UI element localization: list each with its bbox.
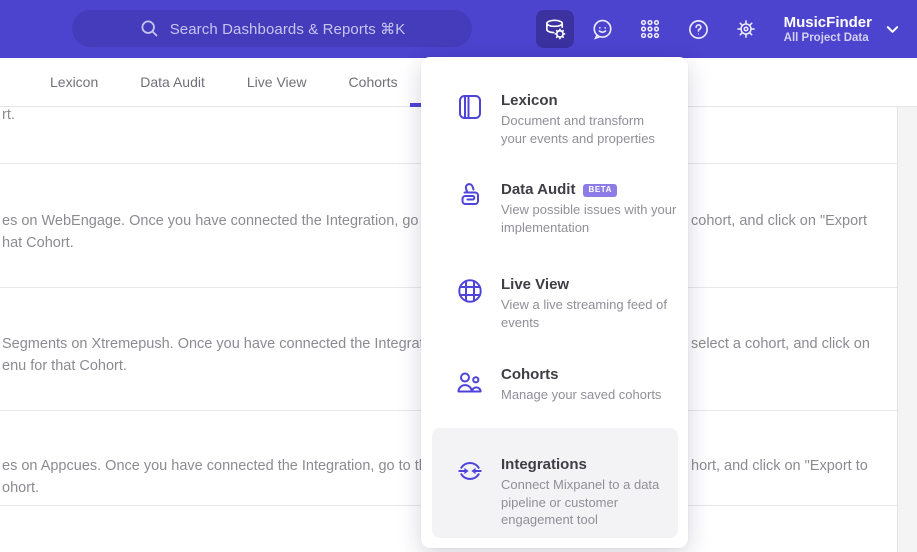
global-search[interactable]: Search Dashboards & Reports ⌘K bbox=[72, 10, 472, 47]
live-view-globe-icon bbox=[455, 276, 485, 306]
tab-cohorts[interactable]: Cohorts bbox=[349, 74, 398, 90]
bg-row3-line1: es on Appcues. Once you have connected t… bbox=[2, 458, 421, 474]
menu-item-desc: Connect Mixpanel to a data pipeline or c… bbox=[501, 477, 660, 527]
apps-grid-button[interactable] bbox=[631, 10, 669, 48]
page-gutter bbox=[897, 107, 917, 552]
bg-row2-line1: Segments on Xtremepush. Once you have co… bbox=[2, 336, 421, 352]
tab-lexicon[interactable]: Lexicon bbox=[50, 74, 98, 90]
bg-row2-right: select a cohort, and click on bbox=[691, 336, 870, 352]
cohorts-people-icon bbox=[455, 366, 485, 396]
data-management-dropdown: Lexicon Document and transform your even… bbox=[421, 57, 688, 548]
settings-button[interactable] bbox=[727, 10, 765, 48]
menu-item-desc: Manage your saved cohorts bbox=[501, 387, 662, 402]
top-header: Search Dashboards & Reports ⌘K MusicFind… bbox=[0, 0, 917, 58]
search-icon bbox=[139, 18, 160, 39]
menu-item-title: Live View bbox=[501, 276, 570, 293]
bg-row2-line2: enu for that Cohort. bbox=[2, 358, 127, 374]
menu-item-cohorts[interactable]: Cohorts Manage your saved cohorts bbox=[455, 366, 677, 404]
menu-item-title: Lexicon bbox=[501, 92, 558, 109]
smiley-chat-icon bbox=[591, 18, 614, 41]
bg-row0-text: rt. bbox=[2, 107, 15, 123]
data-management-button[interactable] bbox=[536, 10, 574, 48]
question-circle-icon bbox=[687, 18, 710, 41]
bg-row3-right: hort, and click on "Export to bbox=[691, 458, 868, 474]
project-switcher[interactable]: MusicFinder All Project Data bbox=[784, 9, 899, 49]
search-placeholder-text: Search Dashboards & Reports ⌘K bbox=[169, 20, 406, 38]
menu-item-lexicon[interactable]: Lexicon Document and transform your even… bbox=[455, 92, 677, 147]
menu-item-integrations[interactable]: Integrations Connect Mixpanel to a data … bbox=[455, 456, 677, 529]
tab-live-view[interactable]: Live View bbox=[247, 74, 307, 90]
beta-badge: BETA bbox=[583, 183, 618, 197]
database-gear-icon bbox=[543, 17, 568, 42]
feedback-button[interactable] bbox=[583, 10, 621, 48]
bg-row3-line2: ohort. bbox=[2, 480, 40, 496]
bg-row1-line2: hat Cohort. bbox=[2, 235, 74, 251]
integrations-sync-icon bbox=[455, 456, 485, 486]
menu-item-desc: View possible issues with your implement… bbox=[501, 202, 677, 235]
menu-item-title: Integrations bbox=[501, 456, 587, 473]
bg-row1-line1: es on WebEngage. Once you have connected… bbox=[2, 213, 421, 229]
menu-item-title: Data Audit bbox=[501, 181, 576, 198]
menu-item-title: Cohorts bbox=[501, 366, 559, 383]
lexicon-book-icon bbox=[455, 92, 485, 122]
project-scope: All Project Data bbox=[783, 31, 869, 44]
bg-row1-right: cohort, and click on "Export bbox=[691, 213, 868, 229]
grid-dots-icon bbox=[638, 17, 662, 41]
menu-item-data-audit[interactable]: Data Audit BETA View possible issues wit… bbox=[455, 181, 677, 236]
menu-item-desc: Document and transform your events and p… bbox=[501, 113, 655, 146]
project-name: MusicFinder bbox=[783, 13, 872, 31]
tab-data-audit[interactable]: Data Audit bbox=[140, 74, 205, 90]
menu-item-desc: View a live streaming feed of events bbox=[501, 297, 667, 330]
help-button[interactable] bbox=[679, 10, 717, 48]
data-audit-lock-icon bbox=[455, 181, 485, 211]
active-tab-indicator bbox=[410, 103, 421, 107]
chevron-down-icon bbox=[886, 25, 899, 34]
menu-item-live-view[interactable]: Live View View a live streaming feed of … bbox=[455, 276, 677, 331]
gear-icon bbox=[734, 17, 758, 41]
